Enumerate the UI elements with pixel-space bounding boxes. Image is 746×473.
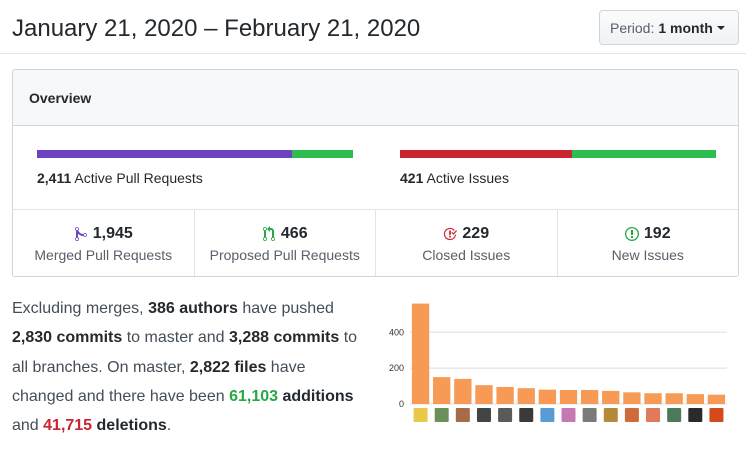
summary-text-6: and	[12, 417, 44, 435]
date-range-title: January 21, 2020 – February 21, 2020	[12, 15, 421, 42]
author-commit-bar[interactable]	[538, 389, 557, 404]
period-label: Period:	[610, 19, 655, 36]
author-commit-bar[interactable]	[475, 385, 493, 404]
author-commit-bar[interactable]	[433, 377, 451, 404]
closed-issues-label: Closed Issues	[422, 247, 511, 263]
author-avatar-icon[interactable]	[603, 408, 618, 422]
proposed-pr-label: Proposed Pull Requests	[209, 247, 360, 263]
pull-requests-progress-bar[interactable]	[37, 150, 353, 158]
new-issues-label: New Issues	[611, 247, 684, 263]
deletions-word: deletions	[92, 417, 167, 435]
stat-proposed-pull-requests[interactable]: 466 Proposed Pull Requests	[195, 210, 376, 276]
active-pr-count: 2,411	[37, 170, 72, 186]
active-pull-requests-link[interactable]: 2,411 Active Pull Requests	[37, 170, 203, 186]
author-commit-bar[interactable]	[623, 392, 641, 404]
proposed-pr-value: 466	[280, 225, 308, 242]
stat-new-issues[interactable]: 192 New Issues	[558, 210, 739, 276]
author-commit-bar[interactable]	[580, 390, 599, 404]
author-avatar-icon[interactable]	[540, 408, 555, 422]
y-tick-label: 200	[389, 363, 404, 373]
author-avatar-icon[interactable]	[498, 408, 513, 422]
merged-pr-label: Merged Pull Requests	[34, 247, 173, 263]
period-dropdown-button[interactable]: Period: 1 month	[599, 10, 739, 45]
period-value: 1 month	[658, 19, 713, 36]
overview-header: Overview	[13, 70, 738, 126]
author-avatar-icon[interactable]	[455, 408, 470, 422]
open-issues-segment	[571, 150, 716, 158]
author-commit-bar[interactable]	[559, 390, 578, 404]
git-merge-icon	[74, 226, 87, 241]
author-commit-bar[interactable]	[411, 303, 430, 404]
author-commit-bar[interactable]	[707, 394, 726, 404]
master-commits-count: 2,830 commits	[12, 329, 123, 347]
stat-merged-pull-requests[interactable]: 1,945 Merged Pull Requests	[13, 210, 195, 276]
author-commit-bar[interactable]	[686, 394, 704, 404]
overview-panel: Overview 2,411 Active Pull Requests 421 …	[12, 69, 739, 277]
merged-pr-value: 1,945	[92, 225, 133, 242]
active-issues-count: 421	[400, 170, 424, 186]
y-tick-label: 0	[399, 399, 404, 409]
author-avatar-icon[interactable]	[413, 408, 428, 422]
authors-count: 386 authors	[148, 300, 238, 317]
author-avatar-icon[interactable]	[519, 408, 534, 422]
author-avatar-icon[interactable]	[582, 408, 597, 422]
author-commits-bar-chart: 0 200 400	[389, 303, 727, 422]
deletions-count: 41,715	[43, 417, 93, 435]
stat-closed-issues[interactable]: 229 Closed Issues	[376, 210, 558, 276]
author-commit-bar[interactable]	[602, 390, 620, 404]
summary-text-2: have pushed	[237, 300, 334, 317]
summary-text-7: .	[166, 417, 172, 435]
summary-text-1: Excluding merges,	[12, 300, 149, 317]
open-pr-segment	[291, 150, 353, 158]
merged-pr-segment	[37, 150, 292, 158]
git-pull-request-icon	[262, 226, 275, 241]
author-commit-bar[interactable]	[644, 393, 662, 404]
closed-issues-value: 229	[462, 225, 490, 242]
overview-stats-row: 1,945 Merged Pull Requests 466 Proposed …	[13, 210, 738, 276]
y-tick-label: 400	[389, 327, 404, 337]
overview-bars-row: 2,411 Active Pull Requests 421 Active Is…	[13, 126, 738, 210]
author-avatar-icon[interactable]	[709, 408, 724, 422]
summary-text-3: to master and	[122, 329, 229, 347]
commit-summary-text: Excluding merges, 386 authors have pushe…	[12, 294, 368, 440]
files-changed-count: 2,822 files	[189, 358, 267, 376]
additions-count: 61,103	[229, 387, 279, 405]
additions-word: additions	[278, 387, 354, 405]
author-commit-bar[interactable]	[454, 378, 472, 404]
issues-progress-bar[interactable]	[400, 150, 716, 158]
author-avatar-icon[interactable]	[667, 408, 682, 422]
caret-down-icon	[716, 25, 725, 30]
closed-issues-segment	[400, 150, 572, 158]
author-avatar-icon[interactable]	[624, 408, 639, 422]
page-header: January 21, 2020 – February 21, 2020 Per…	[0, 0, 746, 54]
issue-closed-icon	[444, 227, 458, 241]
active-pr-label: Active Pull Requests	[74, 170, 203, 186]
author-commit-bar[interactable]	[496, 386, 514, 404]
author-avatar-icon[interactable]	[688, 408, 703, 422]
author-avatar-icon[interactable]	[646, 408, 661, 422]
author-avatar-icon[interactable]	[561, 408, 576, 422]
author-commit-bar[interactable]	[665, 393, 683, 404]
active-issues-label: Active Issues	[426, 170, 509, 186]
new-issues-value: 192	[643, 225, 671, 242]
issue-opened-icon	[624, 227, 639, 241]
active-issues-link[interactable]: 421 Active Issues	[400, 170, 509, 186]
overview-title: Overview	[29, 89, 92, 106]
all-branch-commits-count: 3,288 commits	[229, 329, 340, 347]
author-avatar-icon[interactable]	[434, 408, 449, 422]
author-commit-bar[interactable]	[517, 388, 535, 404]
author-avatar-icon[interactable]	[476, 408, 491, 422]
